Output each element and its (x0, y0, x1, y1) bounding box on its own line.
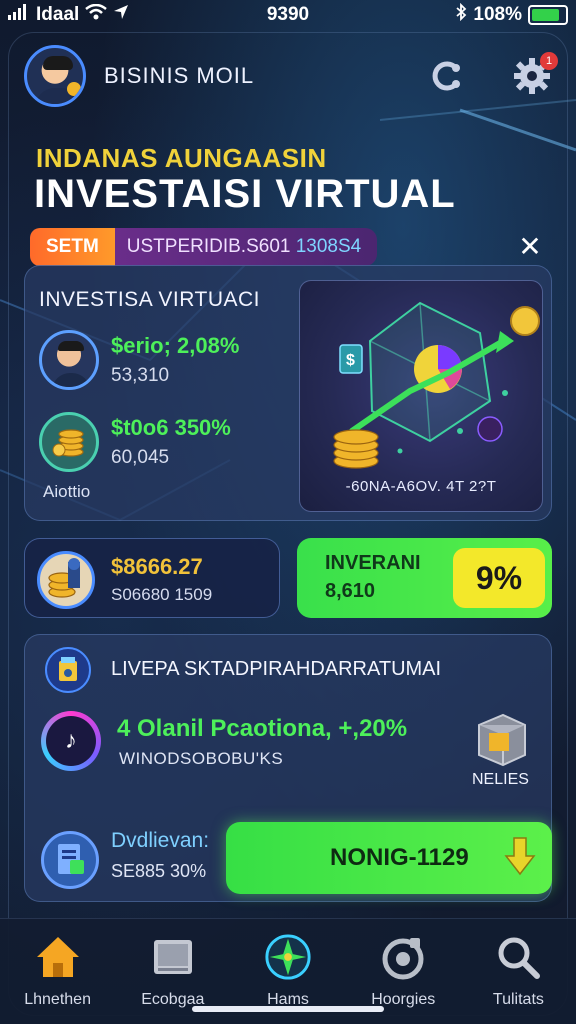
ring-icon-glyph: ♪ (46, 716, 96, 766)
growth-chart-illustration: $ (333, 301, 540, 469)
folder-icon (149, 933, 197, 981)
arrow-down-icon (502, 836, 538, 876)
close-button[interactable]: ✕ (514, 230, 546, 262)
invest-label: INVERANI (325, 552, 421, 574)
cta-button[interactable]: NONIG-1129 (226, 822, 552, 894)
investment-row-1-value: 53,310 (111, 365, 170, 386)
home-icon (34, 933, 82, 981)
status-bar: Idaal 9390 108% (0, 0, 576, 30)
portfolio-title: LIVEPA SKTADPIRAHDARRATUMAI (111, 658, 442, 680)
signal-icon (8, 4, 30, 26)
share-icon (432, 61, 460, 91)
document-title: Dvdlievan: (111, 829, 210, 852)
promo-chip[interactable]: SETM USTPERIDIB.S601 1308Ѕ4 (30, 228, 378, 266)
chip-highlight: 1308Ѕ4 (295, 236, 362, 257)
nav-item-home[interactable]: Lhnethen (0, 919, 115, 1024)
main-investment-card[interactable]: INVESTISA VIRTUACI $erio; 2,08% 53,310 $… (24, 265, 552, 521)
invest-summary-card[interactable]: INVERANI 8,610 9% (297, 538, 552, 618)
search-icon (494, 933, 542, 981)
battery-percent: 108% (473, 4, 522, 25)
portfolio-primary-sub: WINODSOBOBU'KS (119, 749, 284, 768)
document-icon (41, 831, 99, 889)
cta-label: NONIG-1129 (330, 844, 469, 871)
settings-button[interactable]: 1 (512, 52, 558, 96)
investment-illustration: $ -60NA-A6OV. 4T 2?T (299, 280, 543, 512)
investment-row-2[interactable]: $t0o6 350% 60,045 (39, 412, 231, 472)
main-card-footer[interactable]: Aiottio (43, 482, 90, 502)
coin-bag-icon (37, 551, 95, 609)
status-time: 9390 (266, 4, 310, 25)
notification-badge: 1 (540, 52, 558, 70)
document-sub: SE885 30% (111, 861, 207, 881)
portfolio-icon (45, 647, 91, 693)
balance-card[interactable]: $8666.27 S06680 1509 (24, 538, 280, 618)
home-indicator[interactable] (192, 1006, 384, 1012)
compass-icon (264, 933, 312, 981)
portfolio-ring-icon: ♪ (41, 711, 101, 771)
balance-sub: S06680 1509 (111, 585, 213, 604)
nav-label-home: Lhnethen (24, 991, 91, 1008)
portfolio-primary: 4 Olanil Pcaotiona, +,20% (117, 715, 408, 742)
avatar-hair (43, 56, 73, 70)
package-label: NELIES (472, 771, 529, 788)
chip-text-wrap: USTPERIDIB.S601 1308Ѕ4 (114, 228, 378, 266)
brand-name: BISINIS MOIL (104, 63, 255, 88)
target-icon (379, 933, 427, 981)
app-header: BISINIS MOIL 1 (24, 44, 558, 108)
balance-amount: $8666.27 (111, 554, 203, 579)
coin-stack-icon (39, 412, 99, 472)
chip-text: USTPERIDIB.S601 (126, 236, 291, 257)
battery-icon (528, 5, 568, 25)
nav-label-search: Tulitats (492, 991, 544, 1008)
package-icon[interactable] (473, 707, 531, 771)
svg-text:$: $ (346, 352, 355, 369)
battery-fill (532, 9, 560, 21)
bluetooth-icon (455, 2, 467, 27)
main-card-title: INVESTISA VIRTUACI (39, 288, 260, 311)
hero-title: INVESTAISI VIRTUAL (34, 172, 456, 216)
invest-value: 8,610 (325, 580, 376, 602)
invest-percent-badge: 9% (453, 548, 545, 608)
avatar-coin-icon (67, 82, 81, 96)
carrier-name: Idaal (36, 4, 80, 25)
investment-row-1[interactable]: $erio; 2,08% 53,310 (39, 330, 239, 390)
avatar[interactable] (24, 45, 86, 107)
illustration-caption: -60NA-A6OV. 4T 2?T (345, 478, 497, 495)
hero-subtitle: INDANAS AUNGAASIN (36, 143, 327, 173)
investor-avatar-icon (39, 330, 99, 390)
nav-item-search[interactable]: Tulitats (461, 919, 576, 1024)
wifi-icon (85, 3, 108, 26)
share-button[interactable] (426, 56, 466, 96)
chip-tag: SETM (30, 228, 115, 266)
investment-row-2-label: $t0o6 350% (111, 415, 231, 440)
investment-row-2-value: 60,045 (111, 447, 170, 468)
investment-row-1-label: $erio; 2,08% (111, 333, 240, 358)
location-icon (113, 4, 129, 26)
